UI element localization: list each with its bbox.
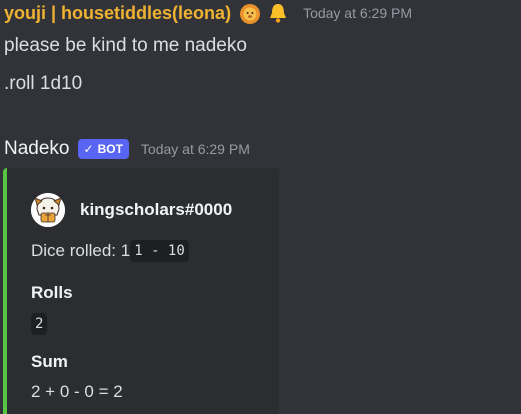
bot-tag: ✓ BOT — [77, 139, 129, 159]
embed-author-name[interactable]: kingscholars#0000 — [80, 200, 232, 220]
field-name-sum: Sum — [31, 352, 68, 371]
embed: kingscholars#0000 Dice rolled: 1 1 - 10 … — [3, 168, 279, 414]
bot-tag-label: BOT — [97, 142, 123, 156]
field-name-rolls: Rolls — [31, 283, 73, 302]
message-timestamp: Today at 6:29 PM — [140, 141, 250, 157]
field-value-rolls: 2 — [31, 313, 48, 335]
message-text: .roll 1d10 — [4, 73, 83, 94]
description-text: Dice rolled: 1 — [31, 241, 131, 260]
message-text: please be kind to me nadeko — [4, 35, 247, 56]
embed-description: Dice rolled: 1 1 - 10 — [31, 240, 189, 262]
cartoon-avatar-icon[interactable] — [31, 193, 65, 227]
message-header: Nadeko ✓ BOT Today at 6:29 PM — [4, 137, 250, 161]
username[interactable]: youji | housetiddles(leona) — [4, 3, 231, 24]
chat-area: youji | housetiddles(leona) Today at 6:2… — [0, 0, 521, 414]
lion-face-emoji-icon — [239, 2, 261, 24]
bell-emoji-icon — [267, 2, 289, 24]
checkmark-icon: ✓ — [83, 142, 94, 156]
embed-author: kingscholars#0000 — [31, 193, 232, 227]
field-value-sum: 2 + 0 - 0 = 2 — [31, 382, 123, 401]
message-header: youji | housetiddles(leona) Today at 6:2… — [4, 1, 412, 25]
username[interactable]: Nadeko — [4, 138, 70, 160]
message-timestamp: Today at 6:29 PM — [303, 5, 413, 21]
description-code: 1 - 10 — [130, 240, 189, 262]
rolls-code: 2 — [31, 313, 48, 335]
